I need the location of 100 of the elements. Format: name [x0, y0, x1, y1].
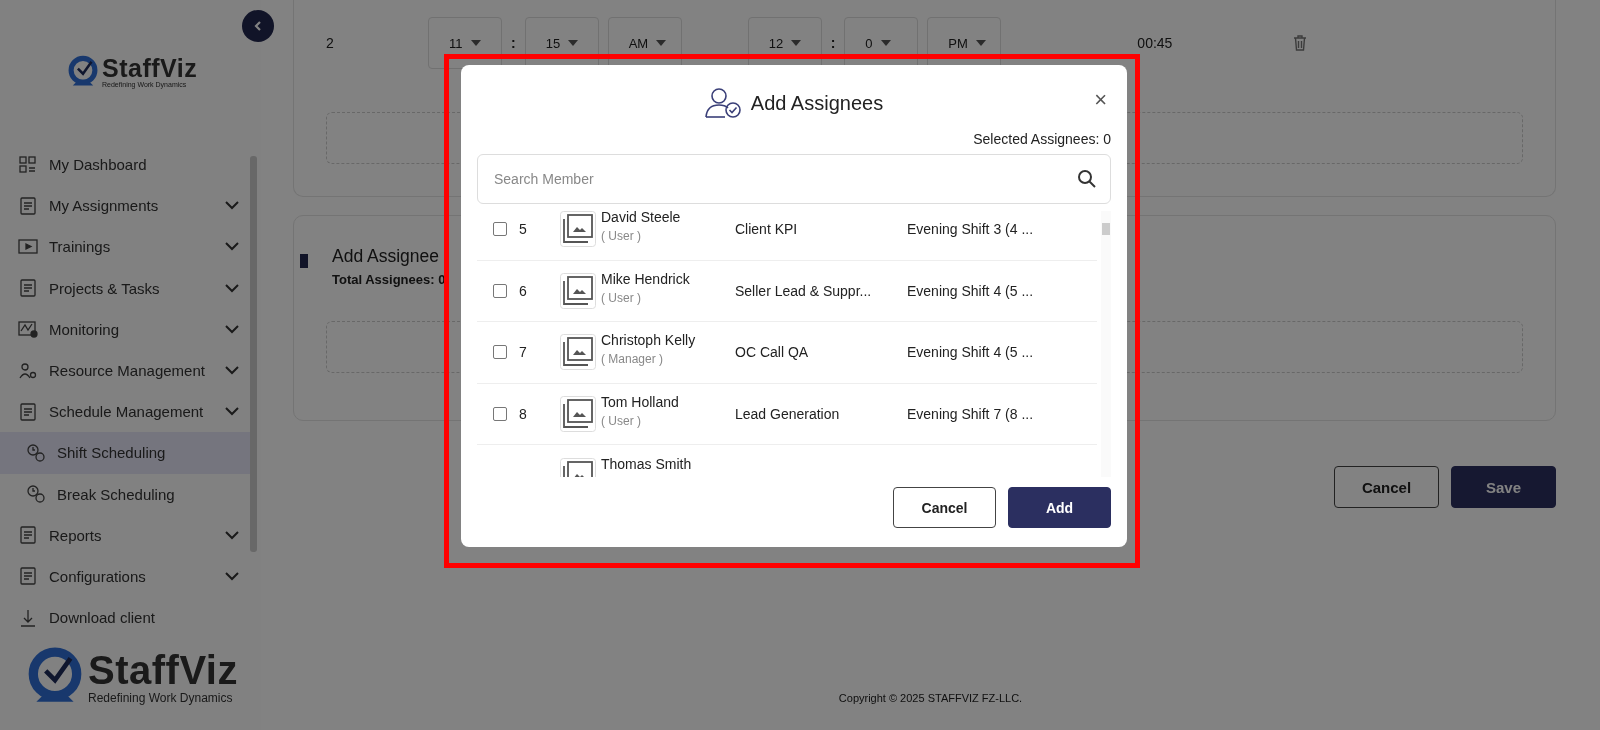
menu-label: Resource Management — [49, 362, 206, 380]
team-name: Seller Lead & Suppr... — [735, 282, 873, 299]
member-row[interactable]: 6 Mike Hendrick ( User ) Seller Lead & Suppr... Evening Shift 4 (5 ... — [477, 260, 1097, 323]
sidebar-item[interactable]: Projects & Tasks — [0, 267, 261, 309]
sidebar-subitem[interactable]: Shift Scheduling — [0, 432, 251, 474]
menu-icon — [18, 607, 38, 628]
team-name: Client KPI — [735, 221, 799, 238]
add-button[interactable]: Add — [1008, 487, 1111, 528]
menu-icon — [18, 195, 38, 216]
member-role: ( User ) — [601, 414, 642, 429]
selected-count: Selected Assignees: 0 — [972, 131, 1111, 147]
caret-icon — [656, 40, 667, 46]
section-marker — [300, 254, 308, 268]
cancel-button[interactable]: Cancel — [1334, 466, 1439, 508]
checkbox[interactable] — [493, 407, 507, 422]
image-placeholder-icon — [560, 211, 596, 248]
member-name: Christoph Kelly — [601, 332, 697, 349]
menu-label: My Assignments — [49, 197, 160, 215]
sidebar-item[interactable]: Reports — [0, 514, 261, 556]
user-check-icon — [704, 87, 743, 119]
sidebar-item[interactable]: My Assignments — [0, 185, 261, 227]
menu-icon — [18, 236, 38, 257]
sidebar-subitem[interactable]: Break Scheduling — [0, 473, 261, 515]
logo-icon — [66, 55, 100, 89]
menu-label: Projects & Tasks — [49, 279, 161, 297]
duration: 00:45 — [1137, 35, 1174, 51]
member-role: ( User ) — [601, 290, 642, 305]
menu-icon — [18, 525, 38, 546]
copyright: Copyright © 2025 STAFFVIZ FZ-LLC. — [837, 692, 1024, 704]
shift-name: Evening Shift 4 (5 ... — [907, 282, 1034, 299]
time-separator: : — [511, 35, 516, 51]
member-role: ( User ) — [601, 229, 642, 244]
menu-label: Configurations — [49, 567, 147, 585]
section-title: Add Assignee — [332, 246, 441, 267]
row-number: 2 — [326, 35, 335, 51]
sidebar-item[interactable]: Monitoring — [0, 308, 261, 350]
shift-name: Evening Shift 3 (4 ... — [907, 221, 1034, 238]
caret-icon — [568, 40, 579, 46]
logo-name: StaffViz — [102, 56, 198, 81]
close-button[interactable]: × — [1090, 87, 1111, 113]
menu-icon — [18, 566, 38, 587]
menu-icon — [18, 319, 38, 340]
clock-icon — [26, 484, 46, 505]
logo-tagline: Redefining Work Dynamics — [88, 692, 234, 705]
scrollbar[interactable] — [250, 156, 257, 552]
checkbox[interactable] — [493, 283, 507, 298]
save-button[interactable]: Save — [1451, 466, 1556, 508]
member-name: Thomas Smith — [601, 455, 693, 472]
modal-title: Add Assignees — [750, 91, 884, 115]
checkbox[interactable] — [493, 345, 507, 360]
caret-icon — [470, 40, 481, 46]
logo-name: StaffViz — [88, 650, 238, 691]
menu-icon — [18, 278, 38, 299]
search-icon — [1077, 169, 1097, 189]
menu-label: Shift Scheduling — [57, 444, 167, 462]
menu-label: Trainings — [49, 238, 112, 256]
image-placeholder-icon — [560, 334, 596, 371]
menu-label: Monitoring — [49, 320, 121, 338]
menu-label: My Dashboard — [49, 156, 148, 174]
menu-label: Reports — [49, 526, 103, 544]
caret-icon — [975, 40, 986, 46]
search-field[interactable]: Search Member — [477, 154, 1111, 204]
menu-icon — [18, 360, 38, 381]
image-placeholder-icon — [560, 272, 596, 309]
row-number: 5 — [519, 221, 527, 238]
member-row[interactable]: 5 David Steele ( User ) Client KPI Evening Shift 3 (4 ... — [477, 211, 1097, 261]
member-row[interactable]: 7 Christoph Kelly ( Manager ) OC Call QA Evening Shift 4 (5 ... — [477, 322, 1097, 384]
sidebar-item[interactable]: Download client — [0, 597, 261, 639]
member-name: Tom Holland — [601, 394, 680, 411]
row-number: 6 — [519, 282, 527, 299]
image-placeholder-icon — [560, 396, 596, 433]
time-separator: : — [830, 35, 836, 51]
sidebar-item[interactable]: Configurations — [0, 555, 261, 598]
member-role: ( Manager ) — [601, 352, 665, 367]
sidebar-item[interactable]: Resource Management — [0, 349, 261, 392]
shift-name: Evening Shift 4 (5 ... — [907, 344, 1034, 361]
caret-icon — [791, 40, 802, 46]
sidebar-item[interactable]: My Dashboard — [0, 144, 261, 186]
checkbox[interactable] — [493, 222, 507, 237]
member-name: David Steele — [601, 211, 682, 226]
chevron-left-icon — [252, 20, 264, 32]
trash-icon[interactable] — [1293, 35, 1308, 51]
row-number: 7 — [519, 344, 527, 361]
collapse-button[interactable] — [242, 10, 274, 42]
team-name: Lead Generation — [735, 406, 841, 423]
menu-label: Schedule Management — [49, 403, 205, 421]
sidebar-item[interactable]: Trainings — [0, 226, 261, 268]
menu-icon — [18, 401, 38, 422]
team-name: OC Call QA — [735, 344, 810, 361]
menu-label: Download client — [49, 609, 156, 627]
row-number: 8 — [519, 406, 527, 423]
menu-label: Break Scheduling — [57, 485, 176, 503]
clock-icon — [26, 442, 46, 463]
member-row[interactable]: 8 Tom Holland ( User ) Lead Generation Evening Shift 7 (8 ... — [477, 383, 1097, 446]
scrollbar[interactable] — [1101, 211, 1111, 477]
caret-icon — [880, 40, 891, 46]
menu-icon — [18, 154, 38, 175]
sidebar-item[interactable]: Schedule Management — [0, 391, 261, 433]
cancel-button[interactable]: Cancel — [893, 487, 996, 528]
member-name: Mike Hendrick — [601, 270, 691, 287]
